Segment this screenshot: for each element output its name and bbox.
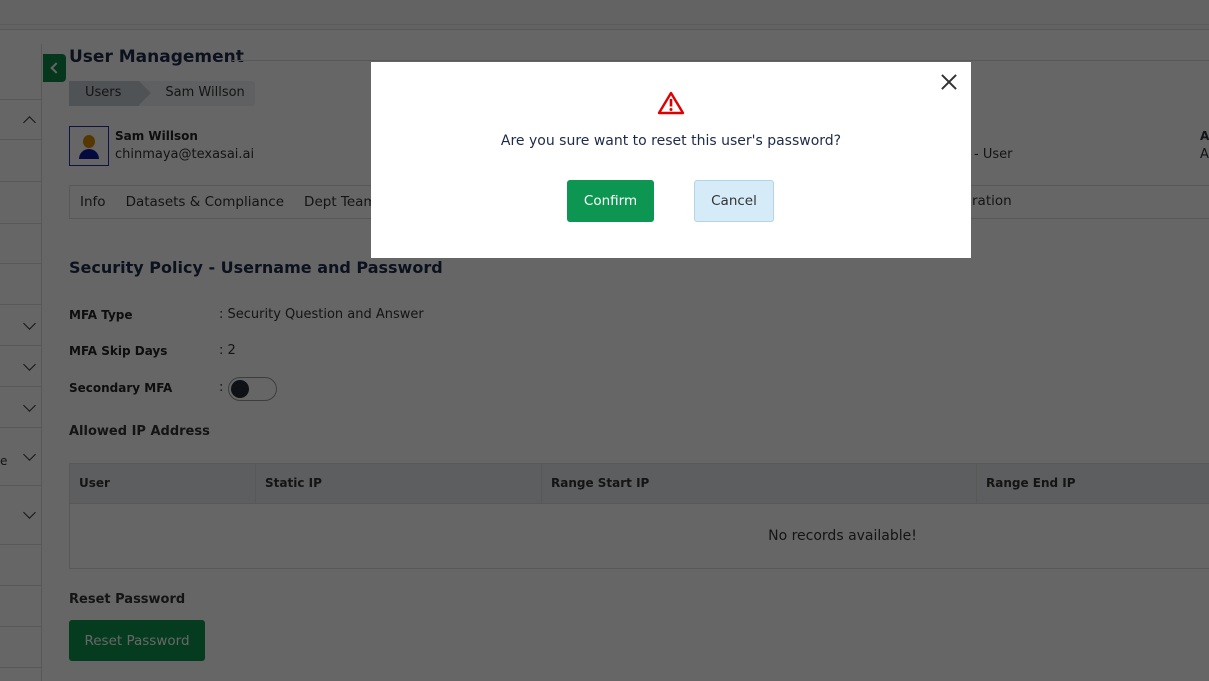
avatar [69, 126, 109, 166]
cancel-button[interactable]: Cancel [694, 180, 774, 222]
top-bar [0, 0, 1209, 30]
sidebar-item[interactable] [0, 387, 42, 428]
column-user[interactable]: User [70, 464, 256, 504]
close-icon[interactable] [939, 72, 959, 92]
tab-dept-team[interactable]: Dept Team [304, 194, 377, 210]
divider [232, 60, 1209, 61]
secondary-mfa-colon: : [219, 380, 224, 395]
sidebar-item[interactable] [0, 140, 42, 182]
tab-fragment[interactable]: ration [972, 193, 1012, 209]
sidebar-label-fragment: e [0, 454, 8, 468]
sidebar-item[interactable] [0, 182, 42, 224]
tab-datasets-compliance[interactable]: Datasets & Compliance [126, 194, 284, 210]
mfa-type-label: MFA Type [69, 308, 133, 322]
mfa-skip-days-value: : 2 [219, 343, 236, 358]
chevron-left-icon [50, 62, 62, 74]
secondary-mfa-label: Secondary MFA [69, 381, 173, 395]
empty-state: No records available! [768, 528, 917, 544]
breadcrumb: Users Sam Willson [69, 81, 255, 106]
reset-password-title: Reset Password [69, 592, 186, 607]
tab-info[interactable]: Info [80, 194, 106, 210]
sidebar-item[interactable] [0, 264, 42, 305]
allowed-ip-title: Allowed IP Address [69, 424, 210, 439]
allowed-ip-table: User Static IP Range Start IP Range End … [69, 463, 1209, 569]
table-header: User Static IP Range Start IP Range End … [70, 464, 1209, 504]
sidebar-item[interactable] [0, 305, 42, 346]
breadcrumb-users[interactable]: Users [69, 81, 152, 106]
dialog-message: Are you sure want to reset this user's p… [500, 133, 842, 149]
sidebar-item[interactable] [0, 346, 42, 387]
chevron-down-icon[interactable] [23, 506, 36, 519]
column-static-ip[interactable]: Static IP [256, 464, 542, 504]
mfa-skip-days-label: MFA Skip Days [69, 344, 168, 358]
chevron-down-icon[interactable] [23, 448, 36, 461]
warning-icon [657, 91, 685, 115]
sidebar-item[interactable] [0, 44, 42, 100]
sidebar-item[interactable] [0, 486, 42, 545]
info-label-fragment: A [1200, 129, 1209, 143]
sidebar-item[interactable] [0, 545, 42, 586]
sidebar-item[interactable] [0, 627, 42, 668]
section-title: Security Policy - Username and Password [69, 258, 443, 277]
mfa-type-value: : Security Question and Answer [219, 307, 424, 322]
column-range-start-ip[interactable]: Range Start IP [542, 464, 977, 504]
chevron-down-icon[interactable] [23, 358, 36, 371]
reset-password-button[interactable]: Reset Password [69, 620, 205, 661]
sidebar-item[interactable] [0, 100, 42, 140]
sidebar-item[interactable] [0, 586, 42, 627]
user-email: chinmaya@texasai.ai [115, 147, 255, 162]
page-title: User Management [69, 47, 244, 67]
sidebar-item[interactable] [0, 224, 42, 264]
chevron-down-icon[interactable] [23, 399, 36, 412]
sidebar-item[interactable]: e [0, 428, 42, 486]
user-role: - User [974, 147, 1013, 162]
column-range-end-ip[interactable]: Range End IP [977, 464, 1209, 504]
user-name: Sam Willson [115, 129, 198, 143]
secondary-mfa-toggle[interactable] [228, 377, 277, 401]
sidebar: e [0, 44, 42, 681]
chevron-down-icon[interactable] [23, 317, 36, 330]
confirm-dialog: Are you sure want to reset this user's p… [371, 62, 971, 258]
confirm-button[interactable]: Confirm [567, 180, 654, 222]
chevron-up-icon[interactable] [23, 116, 36, 129]
collapse-sidebar-button[interactable] [43, 54, 66, 82]
info-value-fragment: A [1200, 147, 1209, 162]
breadcrumb-current: Sam Willson [165, 85, 245, 100]
